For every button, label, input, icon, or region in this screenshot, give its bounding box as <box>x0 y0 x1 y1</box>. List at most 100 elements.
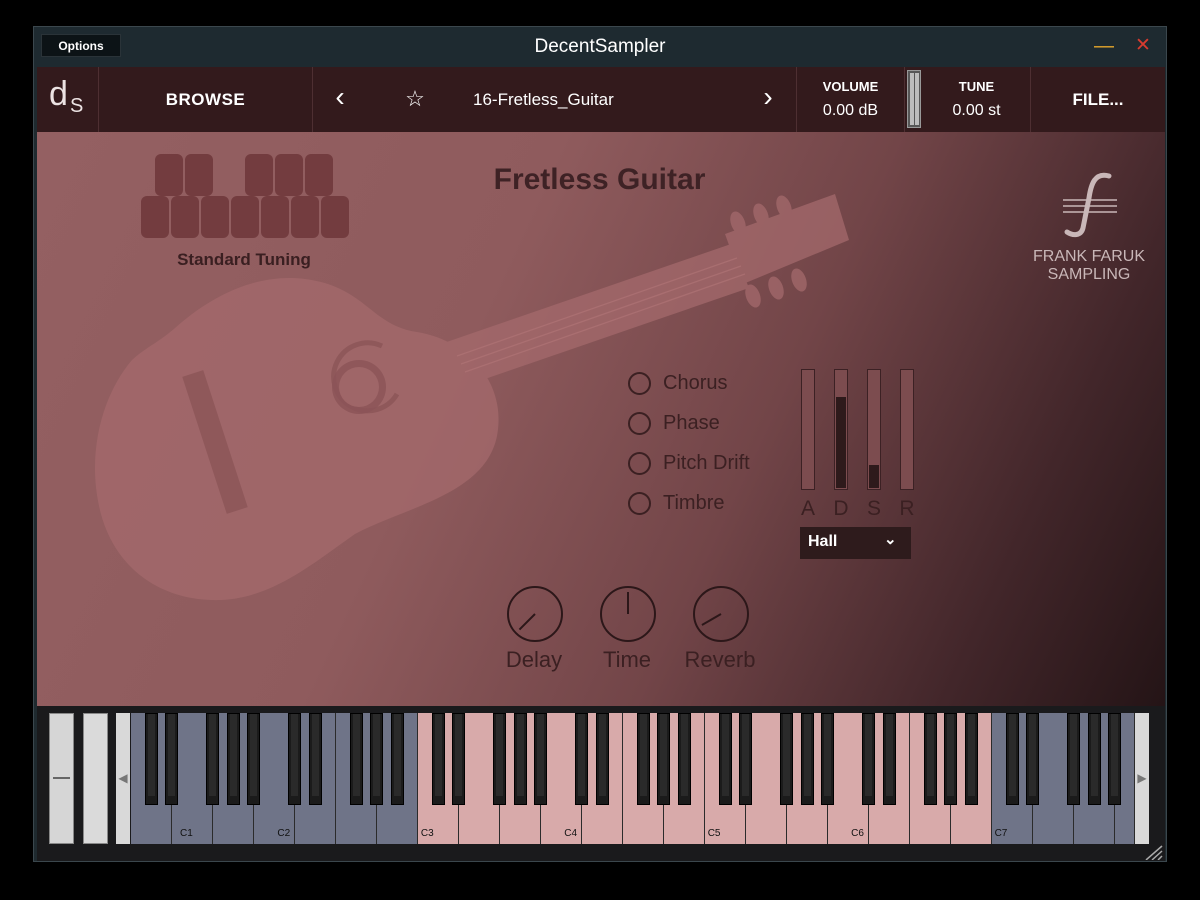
title-bar: Options DecentSampler — ✕ <box>34 27 1166 67</box>
checkbox-circle-icon[interactable] <box>628 372 651 395</box>
black-key[interactable] <box>226 713 240 805</box>
delay-knob[interactable] <box>506 585 564 643</box>
black-key[interactable] <box>657 713 671 805</box>
instrument-panel: Standard Tuning Fretless Guitar FRANK FA… <box>37 132 1165 706</box>
tune-value[interactable]: 0.00 st <box>923 102 1030 120</box>
piano-keyboard[interactable]: C1 C2 C3 C4 C5 C6 C7 <box>131 713 1135 844</box>
black-key[interactable] <box>288 713 302 805</box>
checkbox-circle-icon[interactable] <box>628 492 651 515</box>
release-slider[interactable] <box>900 369 914 490</box>
black-key[interactable] <box>513 713 527 805</box>
prev-preset-button[interactable]: ‹ <box>329 82 351 114</box>
instrument-title: Fretless Guitar <box>493 163 706 196</box>
black-key[interactable] <box>370 713 384 805</box>
black-key[interactable] <box>144 713 158 805</box>
checkbox-circle-icon[interactable] <box>628 412 651 435</box>
window-title: DecentSampler <box>534 36 666 57</box>
adsr-label-r: R <box>899 497 915 520</box>
tune-control[interactable]: TUNE 0.00 st <box>923 67 1031 132</box>
black-key[interactable] <box>1087 713 1101 805</box>
option-label: Timbre <box>663 492 725 514</box>
black-key[interactable] <box>206 713 220 805</box>
black-key[interactable] <box>390 713 404 805</box>
decay-slider[interactable] <box>834 369 848 490</box>
black-key[interactable] <box>452 713 466 805</box>
resize-grip-icon[interactable] <box>1142 844 1164 860</box>
tuning-label: Standard Tuning <box>177 250 311 269</box>
black-key[interactable] <box>964 713 978 805</box>
mod-wheel[interactable] <box>83 713 108 844</box>
reverb-label: Reverb <box>684 647 756 672</box>
adsr-label-s: S <box>866 497 881 520</box>
black-key[interactable] <box>862 713 876 805</box>
minimize-button[interactable]: — <box>1094 35 1114 57</box>
black-key[interactable] <box>636 713 650 805</box>
black-key[interactable] <box>1005 713 1019 805</box>
volume-label: VOLUME <box>822 79 879 94</box>
keyboard-scroll-right-icon[interactable]: ▶ <box>1135 713 1149 844</box>
file-menu-button[interactable]: FILE... <box>1031 67 1165 132</box>
octave-label: C6 <box>851 828 864 839</box>
reverb-knob[interactable] <box>692 585 750 643</box>
black-key[interactable] <box>165 713 179 805</box>
time-knob[interactable] <box>599 585 657 643</box>
f-hole-icon <box>1063 172 1117 238</box>
octave-label: C7 <box>994 828 1008 839</box>
adsr-label-a: A <box>800 497 815 520</box>
level-meter <box>907 70 921 128</box>
black-key[interactable] <box>1067 713 1081 805</box>
octave-label: C3 <box>420 828 434 839</box>
keyboard-scroll-left-icon[interactable]: ◀ <box>116 713 130 844</box>
close-button[interactable]: ✕ <box>1132 35 1154 57</box>
black-key[interactable] <box>308 713 322 805</box>
volume-value[interactable]: 0.00 dB <box>797 102 904 120</box>
black-key[interactable] <box>821 713 835 805</box>
browse-label: BROWSE <box>165 90 246 109</box>
black-key[interactable] <box>247 713 261 805</box>
browse-button[interactable]: BROWSE <box>99 67 313 132</box>
black-key[interactable] <box>431 713 445 805</box>
favorite-star-icon[interactable]: ☆ <box>403 85 427 113</box>
black-key[interactable] <box>882 713 896 805</box>
next-preset-button[interactable]: › <box>757 82 779 114</box>
option-label: Phase <box>663 412 720 434</box>
black-key[interactable] <box>923 713 937 805</box>
checkbox-circle-icon[interactable] <box>628 452 651 475</box>
brand-name: FRANK FARUK <box>1032 248 1145 265</box>
file-label: FILE... <box>1072 90 1124 109</box>
black-key[interactable] <box>780 713 794 805</box>
option-label: Pitch Drift <box>663 452 750 474</box>
black-key[interactable] <box>1026 713 1040 805</box>
black-key[interactable] <box>1108 713 1121 805</box>
logo-s: S <box>70 95 84 117</box>
reverb-type-dropdown[interactable]: Hall ⌄ <box>800 527 911 559</box>
preset-name[interactable]: 16-Fretless_Guitar <box>473 67 633 132</box>
black-key[interactable] <box>493 713 507 805</box>
black-key[interactable] <box>739 713 753 805</box>
preset-selector: ‹ ☆ 16-Fretless_Guitar › <box>313 67 797 132</box>
black-key[interactable] <box>677 713 691 805</box>
volume-control[interactable]: VOLUME 0.00 dB <box>797 67 905 132</box>
black-key[interactable] <box>349 713 363 805</box>
brand-subtitle: SAMPLING <box>1047 266 1131 283</box>
black-key[interactable] <box>575 713 589 805</box>
black-key[interactable] <box>800 713 814 805</box>
pitch-wheel[interactable] <box>49 713 74 844</box>
tuning-keys-icon <box>141 154 349 238</box>
octave-label: C2 <box>277 828 291 839</box>
sustain-slider[interactable] <box>867 369 881 490</box>
black-key[interactable] <box>718 713 732 805</box>
black-key[interactable] <box>595 713 609 805</box>
black-key[interactable] <box>534 713 548 805</box>
delay-label: Delay <box>505 647 563 672</box>
black-key[interactable] <box>944 713 958 805</box>
logo-d: d <box>49 75 68 113</box>
octave-label: C4 <box>564 828 578 839</box>
ds-logo[interactable]: d S <box>37 67 99 132</box>
toolbar: d S BROWSE ‹ ☆ 16-Fretless_Guitar › VOLU… <box>37 67 1165 132</box>
time-label: Time <box>602 647 652 672</box>
attack-slider[interactable] <box>801 369 815 490</box>
octave-label: C5 <box>707 828 721 839</box>
chevron-down-icon: ⌄ <box>884 531 897 548</box>
adsr-label-d: D <box>833 497 849 520</box>
